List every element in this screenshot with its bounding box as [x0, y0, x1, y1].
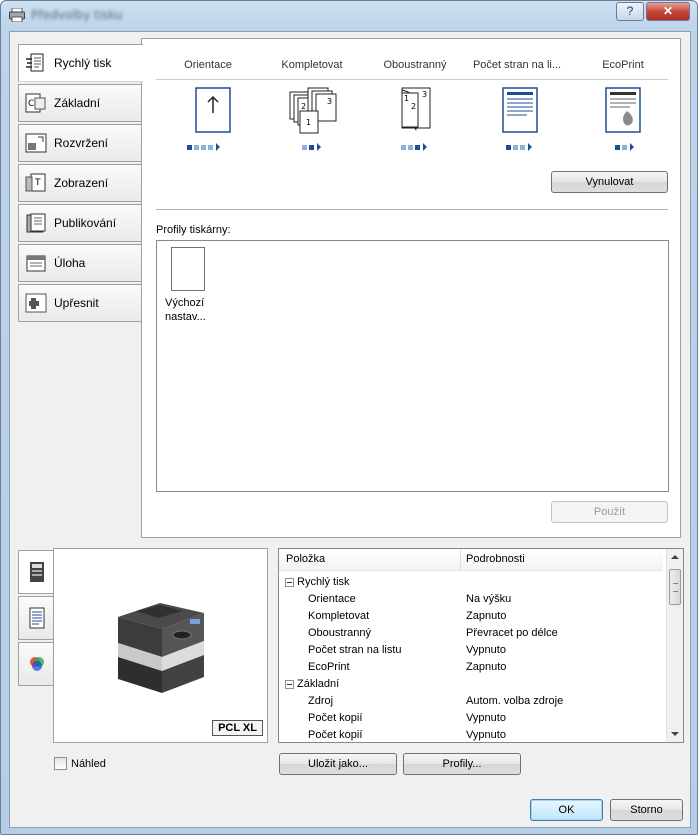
- tab-label: Zobrazení: [54, 176, 109, 190]
- tab-imaging[interactable]: T Zobrazení: [18, 164, 142, 202]
- details-scrollbar[interactable]: [666, 549, 683, 742]
- svg-text:T: T: [34, 178, 41, 188]
- tab-basic[interactable]: C Základní: [18, 84, 142, 122]
- header-divider: [156, 79, 668, 80]
- svg-text:C: C: [28, 99, 34, 109]
- svg-text:2: 2: [411, 102, 416, 111]
- scroll-thumb[interactable]: [669, 569, 681, 605]
- collate-icon[interactable]: 2 3 1: [286, 87, 346, 139]
- preview-checkbox[interactable]: Náhled: [54, 757, 106, 770]
- orientation-indicator: [187, 143, 220, 151]
- svg-text:2: 2: [301, 102, 306, 111]
- tab-label: Základní: [54, 96, 101, 110]
- svg-text:3: 3: [327, 97, 332, 106]
- cancel-button[interactable]: Storno: [610, 799, 683, 821]
- tab-label: Úloha: [54, 256, 86, 270]
- ecoprint-header: EcoPrint: [602, 59, 644, 71]
- collapse-icon[interactable]: [285, 578, 294, 587]
- table-row[interactable]: Kompletovat Zapnuto: [279, 609, 663, 626]
- scroll-up-icon[interactable]: [671, 555, 679, 559]
- color-view-icon: [29, 657, 44, 671]
- table-row[interactable]: Počet kopií Vypnuto: [279, 711, 663, 728]
- table-row[interactable]: EcoPrint Zapnuto: [279, 660, 663, 677]
- profiles-button[interactable]: Profily...: [403, 753, 521, 775]
- tab-job[interactable]: Úloha: [18, 244, 142, 282]
- tree-group-row[interactable]: Základní: [279, 677, 663, 694]
- svg-text:1: 1: [306, 118, 311, 127]
- profiles-label: Profily tiskárny:: [156, 224, 231, 236]
- section-divider: [156, 209, 668, 210]
- svg-text:3: 3: [422, 90, 427, 99]
- svg-text:1: 1: [404, 94, 409, 103]
- imaging-icon: T: [25, 172, 47, 194]
- tab-color-view[interactable]: [18, 642, 54, 686]
- help-button[interactable]: ?: [616, 2, 644, 21]
- checkbox-box[interactable]: [54, 757, 67, 770]
- layout-icon: [25, 132, 47, 154]
- profiles-list[interactable]: Výchozí nastav...: [156, 240, 669, 492]
- tab-quick-print[interactable]: Rychlý tisk: [18, 44, 143, 82]
- tab-layout[interactable]: Rozvržení: [18, 124, 142, 162]
- column-header-details[interactable]: Podrobnosti: [466, 553, 525, 565]
- ecoprint-icon[interactable]: [594, 87, 654, 139]
- table-row[interactable]: Počet stran na listu Vypnuto: [279, 643, 663, 660]
- orientation-icon[interactable]: [184, 87, 244, 139]
- collapse-icon[interactable]: [285, 680, 294, 689]
- page-view-icon: [29, 607, 44, 629]
- publishing-icon: [25, 212, 47, 234]
- tab-printer-view[interactable]: [18, 550, 54, 594]
- quick-print-icon: [25, 52, 47, 74]
- advanced-icon: [25, 292, 47, 314]
- tab-advanced[interactable]: Upřesnit: [18, 284, 142, 322]
- details-header: Položka Podrobnosti: [279, 549, 663, 571]
- ok-button[interactable]: OK: [530, 799, 603, 821]
- tab-label: Rozvržení: [54, 136, 109, 150]
- preview-tab-list: [18, 550, 54, 688]
- left-tab-list: Rychlý tisk C Základní Rozvržení T Zobra…: [18, 44, 143, 324]
- printer-icon: [9, 8, 25, 22]
- duplex-header: Oboustranný: [383, 59, 447, 71]
- scroll-down-icon[interactable]: [671, 732, 679, 736]
- profile-page-icon: [171, 247, 205, 291]
- profile-item[interactable]: Výchozí nastav...: [165, 247, 215, 324]
- printer-view-icon: [29, 562, 44, 582]
- pdl-badge: PCL XL: [212, 720, 263, 736]
- ecoprint-indicator: [615, 143, 634, 151]
- window-title: Předvolby tisku: [31, 8, 123, 22]
- tab-label: Upřesnit: [54, 296, 99, 310]
- pages-per-sheet-header: Počet stran na li...: [472, 59, 562, 71]
- pages-per-sheet-indicator: [506, 143, 532, 151]
- tab-label: Publikování: [54, 216, 117, 230]
- table-row[interactable]: Zdroj Autom. volba zdroje: [279, 694, 663, 711]
- table-row[interactable]: Oboustranný Převracet po délce: [279, 626, 663, 643]
- save-as-button[interactable]: Uložit jako...: [279, 753, 397, 775]
- reset-button[interactable]: Vynulovat: [551, 171, 668, 193]
- preview-checkbox-label: Náhled: [71, 757, 106, 770]
- tab-page-view[interactable]: [18, 596, 54, 640]
- title-bar: Předvolby tisku ? ✕: [1, 1, 697, 31]
- print-preferences-window: Předvolby tisku ? ✕ Rychlý tisk C Základ…: [0, 0, 698, 835]
- tab-label: Rychlý tisk: [54, 56, 112, 70]
- settings-details-list[interactable]: Položka Podrobnosti Rychlý tisk Orientac…: [278, 548, 684, 743]
- duplex-icon[interactable]: 3 1 2: [388, 87, 448, 139]
- profile-name: Výchozí nastav...: [165, 297, 206, 323]
- pages-per-sheet-icon[interactable]: [491, 87, 551, 139]
- column-header-item[interactable]: Položka: [286, 553, 325, 565]
- dialog-client-area: Rychlý tisk C Základní Rozvržení T Zobra…: [9, 31, 691, 828]
- quick-print-panel: Orientace Kompletovat Oboustranný Počet …: [141, 38, 681, 538]
- collate-indicator: [302, 143, 321, 151]
- collate-header: Kompletovat: [281, 59, 343, 71]
- orientation-header: Orientace: [184, 59, 232, 71]
- duplex-indicator: [401, 143, 427, 151]
- job-icon: [25, 252, 47, 274]
- printer-preview: PCL XL: [53, 548, 268, 743]
- printer-image: [118, 603, 204, 693]
- tree-group-row[interactable]: Rychlý tisk: [279, 575, 663, 592]
- table-row[interactable]: Orientace Na výšku: [279, 592, 663, 609]
- table-row[interactable]: Počet kopií Vypnuto: [279, 728, 663, 742]
- close-button[interactable]: ✕: [646, 2, 690, 21]
- apply-button[interactable]: Použít: [551, 501, 668, 523]
- basic-icon: C: [25, 92, 47, 114]
- tab-publishing[interactable]: Publikování: [18, 204, 142, 242]
